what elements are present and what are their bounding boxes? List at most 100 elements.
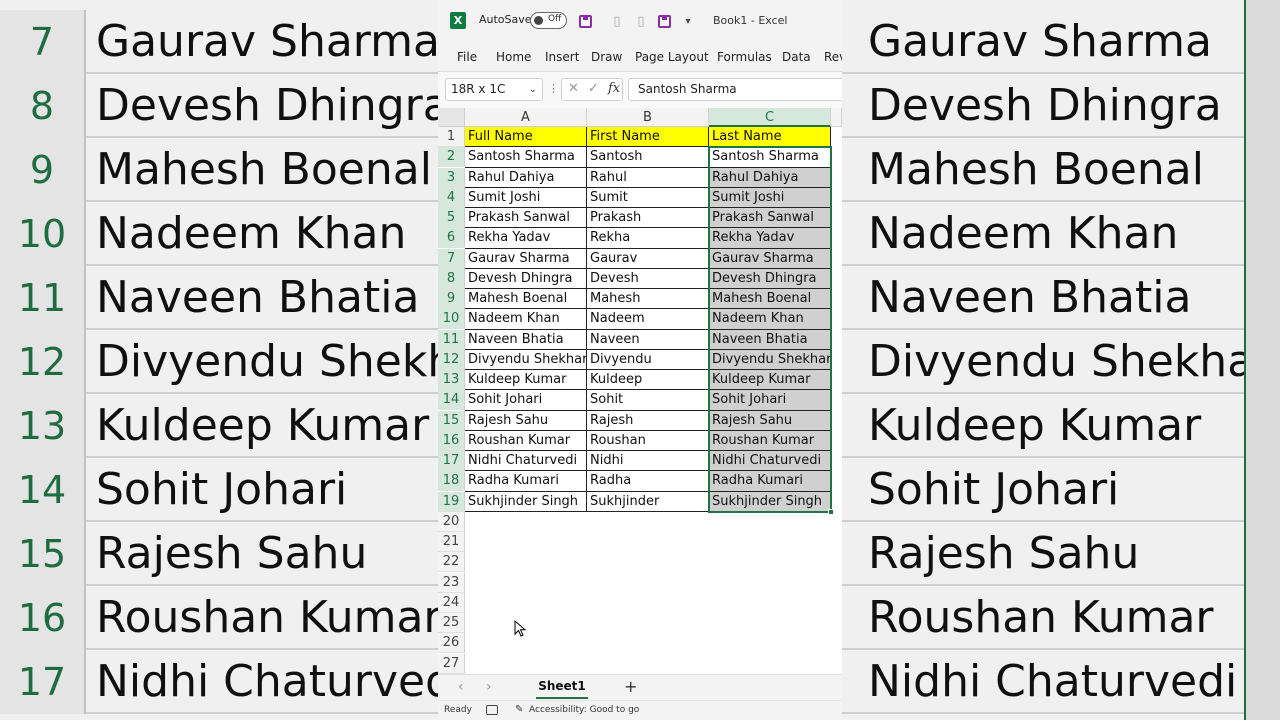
- cell-c9[interactable]: Mahesh Boenal: [709, 289, 831, 310]
- macro-recorder-icon[interactable]: [486, 705, 498, 715]
- cell-a13[interactable]: Kuldeep Kumar: [465, 370, 587, 391]
- cell-a4[interactable]: Sumit Joshi: [465, 187, 587, 208]
- row-header-14[interactable]: 14: [438, 390, 465, 411]
- cell-b5[interactable]: Prakash: [587, 208, 709, 229]
- empty-cell[interactable]: [465, 511, 587, 532]
- empty-cell[interactable]: [709, 653, 831, 674]
- empty-cell[interactable]: [587, 653, 709, 674]
- cell-a1[interactable]: Full Name: [465, 127, 587, 148]
- column-header-a[interactable]: A: [465, 108, 587, 127]
- row-header-22[interactable]: 22: [438, 552, 465, 573]
- cell-b10[interactable]: Nadeem: [587, 309, 709, 330]
- cell-c7[interactable]: Gaurav Sharma: [709, 248, 831, 269]
- accessibility-status[interactable]: Accessibility: Good to go: [529, 705, 639, 715]
- empty-cell[interactable]: [465, 572, 587, 593]
- cancel-icon[interactable]: ✕: [568, 81, 579, 96]
- cell-a16[interactable]: Roushan Kumar: [465, 430, 587, 451]
- column-header-b[interactable]: B: [587, 108, 709, 127]
- cell-a14[interactable]: Sohit Johari: [465, 390, 587, 411]
- row-header-21[interactable]: 21: [438, 532, 465, 552]
- enter-icon[interactable]: ✓: [588, 81, 599, 96]
- empty-cell[interactable]: [709, 511, 831, 532]
- cell-b12[interactable]: Divyendu: [587, 349, 709, 370]
- cell-b13[interactable]: Kuldeep: [587, 370, 709, 391]
- cell-a5[interactable]: Prakash Sanwal: [465, 208, 587, 229]
- cell-b18[interactable]: Radha: [587, 471, 709, 492]
- cell-a10[interactable]: Nadeem Khan: [465, 309, 587, 330]
- cell-c8[interactable]: Devesh Dhingra: [709, 268, 831, 289]
- cell-a11[interactable]: Naveen Bhatia: [465, 329, 587, 350]
- row-header-11[interactable]: 11: [438, 329, 465, 350]
- row-header-2[interactable]: 2: [438, 147, 465, 168]
- cell-c6[interactable]: Rekha Yadav: [709, 228, 831, 249]
- formula-input[interactable]: Santosh Sharma: [628, 78, 842, 101]
- cell-c2[interactable]: Santosh Sharma: [709, 147, 831, 168]
- chevron-down-icon[interactable]: ▾: [679, 12, 697, 30]
- save-as-icon[interactable]: [655, 12, 673, 30]
- name-box[interactable]: 18R x 1C ⌄: [445, 78, 543, 101]
- tab-draw[interactable]: Draw: [591, 50, 622, 64]
- row-header-18[interactable]: 18: [438, 471, 465, 492]
- empty-cell[interactable]: [709, 592, 831, 613]
- cell-b6[interactable]: Rekha: [587, 228, 709, 249]
- empty-cell[interactable]: [465, 653, 587, 674]
- row-header-1[interactable]: 1: [438, 127, 465, 147]
- row-header-8[interactable]: 8: [438, 268, 465, 289]
- cell-a7[interactable]: Gaurav Sharma: [465, 248, 587, 269]
- cell-b7[interactable]: Gaurav: [587, 248, 709, 269]
- tab-insert[interactable]: Insert: [545, 50, 579, 64]
- cell-b19[interactable]: Sukhjinder: [587, 491, 709, 512]
- more-options-icon[interactable]: ⋮: [548, 82, 559, 95]
- cell-b8[interactable]: Devesh: [587, 268, 709, 289]
- cell-a2[interactable]: Santosh Sharma: [465, 147, 587, 168]
- row-header-24[interactable]: 24: [438, 592, 465, 613]
- empty-cell[interactable]: [709, 552, 831, 573]
- tab-home[interactable]: Home: [496, 50, 531, 64]
- cell-c19[interactable]: Sukhjinder Singh: [709, 491, 831, 512]
- empty-cell[interactable]: [587, 552, 709, 573]
- row-header-4[interactable]: 4: [438, 187, 465, 208]
- row-header-16[interactable]: 16: [438, 430, 465, 451]
- cell-c13[interactable]: Kuldeep Kumar: [709, 370, 831, 391]
- cell-a17[interactable]: Nidhi Chaturvedi: [465, 451, 587, 472]
- cell-c4[interactable]: Sumit Joshi: [709, 187, 831, 208]
- cell-b15[interactable]: Rajesh: [587, 410, 709, 431]
- cell-b17[interactable]: Nidhi: [587, 451, 709, 472]
- cell-b11[interactable]: Naveen: [587, 329, 709, 350]
- empty-cell[interactable]: [709, 572, 831, 593]
- empty-cell[interactable]: [465, 532, 587, 553]
- cell-a8[interactable]: Devesh Dhingra: [465, 268, 587, 289]
- cell-a9[interactable]: Mahesh Boenal: [465, 289, 587, 310]
- row-header-5[interactable]: 5: [438, 208, 465, 228]
- tab-data[interactable]: Data: [782, 50, 811, 64]
- chevron-right-icon[interactable]: ›: [486, 679, 492, 695]
- sheet-tab[interactable]: Sheet1: [536, 675, 588, 699]
- fill-handle[interactable]: [828, 508, 834, 515]
- cell-a12[interactable]: Divyendu Shekhar: [465, 349, 587, 370]
- tab-rev[interactable]: Rev: [824, 50, 842, 64]
- empty-cell[interactable]: [587, 633, 709, 654]
- tab-page-layout[interactable]: Page Layout: [635, 50, 709, 64]
- cell-b3[interactable]: Rahul: [587, 167, 709, 188]
- row-header-23[interactable]: 23: [438, 572, 465, 593]
- cell-a19[interactable]: Sukhjinder Singh: [465, 491, 587, 512]
- cell-b2[interactable]: Santosh: [587, 147, 709, 168]
- undo-icon[interactable]: ▯: [608, 12, 626, 30]
- row-header-9[interactable]: 9: [438, 289, 465, 309]
- redo-icon[interactable]: ▯: [632, 12, 650, 30]
- function-icon[interactable]: fx: [608, 81, 620, 96]
- cell-b14[interactable]: Sohit: [587, 390, 709, 411]
- empty-cell[interactable]: [709, 532, 831, 553]
- row-header-26[interactable]: 26: [438, 633, 465, 654]
- empty-cell[interactable]: [465, 552, 587, 573]
- cell-a6[interactable]: Rekha Yadav: [465, 228, 587, 249]
- cell-c1[interactable]: Last Name: [709, 127, 831, 148]
- row-header-10[interactable]: 10: [438, 309, 465, 330]
- cell-a15[interactable]: Rajesh Sahu: [465, 410, 587, 431]
- cell-c12[interactable]: Divyendu Shekhar: [709, 349, 831, 370]
- autosave-toggle[interactable]: Off: [530, 12, 567, 29]
- cell-c3[interactable]: Rahul Dahiya: [709, 167, 831, 188]
- cell-c14[interactable]: Sohit Johari: [709, 390, 831, 411]
- empty-cell[interactable]: [587, 572, 709, 593]
- cell-c11[interactable]: Naveen Bhatia: [709, 329, 831, 350]
